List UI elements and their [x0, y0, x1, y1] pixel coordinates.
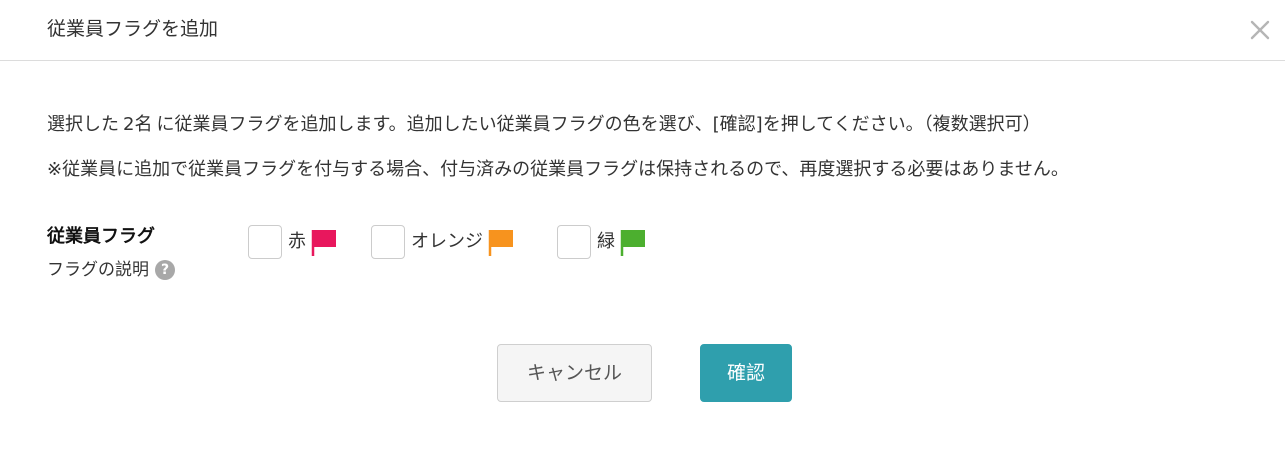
instruction-suffix: に従業員フラグを追加します。追加したい従業員フラグの色を選び、[確認]を押してく…: [156, 114, 1041, 135]
flag-green-checkbox[interactable]: [557, 225, 591, 259]
flag-description: フラグの説明 ?: [47, 258, 175, 282]
flag-option-orange[interactable]: オレンジ: [371, 224, 515, 260]
flag-red-label: 赤: [288, 231, 306, 252]
flag-icon: [311, 230, 336, 256]
employee-flag-label: 従業員フラグ: [47, 226, 155, 247]
flag-green-label: 緑: [597, 231, 615, 252]
close-icon[interactable]: [1249, 19, 1271, 41]
add-employee-flag-dialog: 従業員フラグを追加 選択した 2名 に従業員フラグを追加します。追加したい従業員フラ…: [0, 0, 1285, 451]
flag-icon: [620, 230, 645, 256]
flag-option-red[interactable]: 赤: [248, 224, 338, 260]
flag-icon: [488, 230, 513, 256]
dialog-header: 従業員フラグを追加: [0, 0, 1285, 61]
flag-description-label: フラグの説明: [47, 260, 149, 280]
question-circle-icon[interactable]: ?: [155, 260, 175, 280]
instruction-prefix: 選択した: [47, 114, 119, 135]
flag-red-checkbox[interactable]: [248, 225, 282, 259]
confirm-button[interactable]: 確認: [700, 344, 792, 402]
note-text: ※従業員に追加で従業員フラグを付与する場合、付与済みの従業員フラグは保持されるの…: [47, 159, 1069, 180]
cancel-button[interactable]: キャンセル: [497, 344, 652, 402]
flag-orange-label: オレンジ: [411, 231, 483, 252]
dialog-title: 従業員フラグを追加: [47, 18, 219, 40]
flag-orange-checkbox[interactable]: [371, 225, 405, 259]
selected-count: 2名: [123, 114, 153, 135]
flag-option-green[interactable]: 緑: [557, 224, 647, 260]
instruction-text: 選択した 2名 に従業員フラグを追加します。追加したい従業員フラグの色を選び、[確認…: [47, 113, 1041, 137]
